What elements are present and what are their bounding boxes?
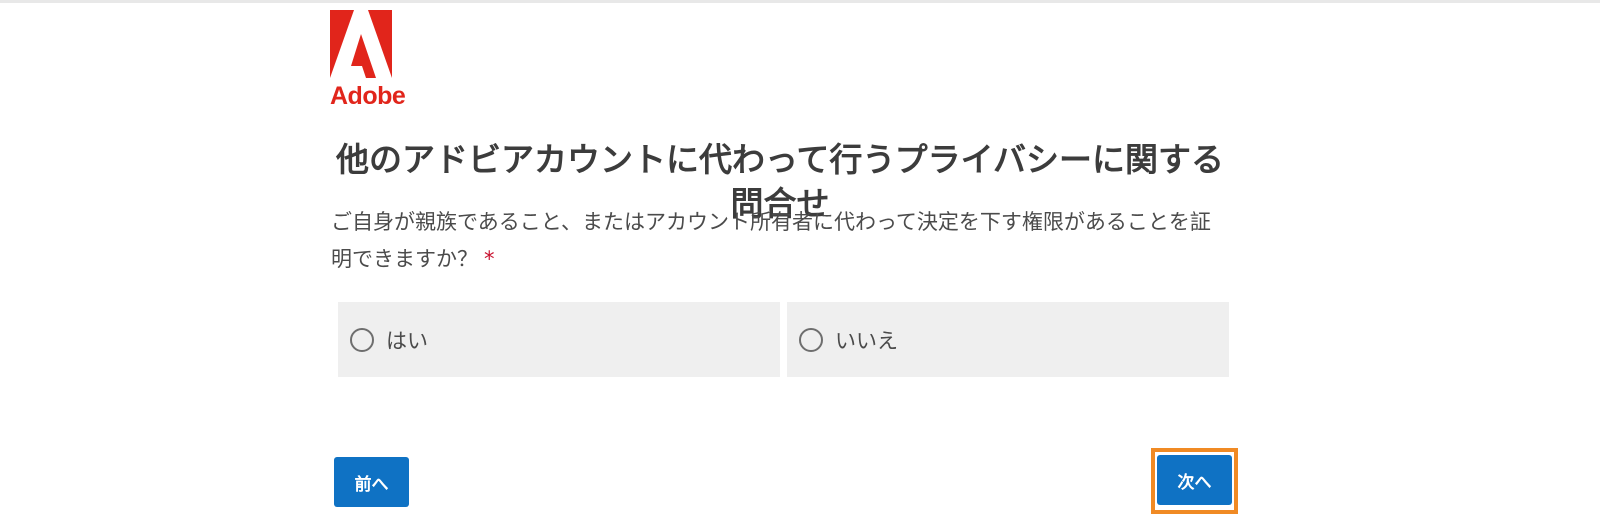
question-label: ご自身が親族であること、またはアカウント所有者に代わって決定を下す権限があること… (331, 210, 1211, 271)
option-no-label: いいえ (835, 328, 898, 353)
option-yes[interactable]: はい (338, 302, 780, 377)
option-yes-label: はい (386, 328, 428, 353)
radio-yes[interactable] (350, 327, 374, 352)
top-divider (0, 0, 1600, 3)
adobe-logo: Adobe (330, 10, 406, 110)
adobe-logo-icon (330, 10, 392, 78)
next-button[interactable]: 次へ (1157, 455, 1232, 505)
required-mark: * (484, 247, 495, 271)
adobe-logo-text: Adobe (330, 82, 406, 110)
option-no[interactable]: いいえ (787, 302, 1229, 377)
radio-no[interactable] (799, 327, 823, 352)
question-text: ご自身が親族であること、またはアカウント所有者に代わって決定を下す権限があること… (331, 204, 1221, 278)
prev-button[interactable]: 前へ (334, 457, 409, 507)
